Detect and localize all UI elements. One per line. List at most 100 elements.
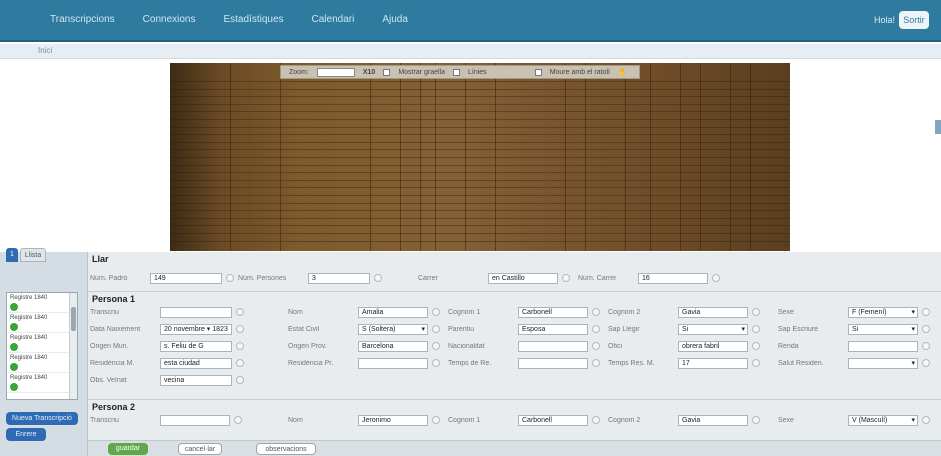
menu-calendari[interactable]: Calendari — [312, 14, 355, 25]
scroll-thumb[interactable] — [71, 307, 76, 331]
form-field: Estat Civil S (Soltera) — [288, 323, 440, 335]
field-input[interactable] — [160, 414, 230, 426]
check-icon — [10, 343, 18, 351]
field-flag-toggle[interactable] — [752, 416, 760, 424]
field-flag-toggle[interactable] — [922, 342, 930, 350]
field-input[interactable] — [848, 340, 918, 352]
new-transcription-button[interactable]: Nueva Transcripció — [6, 412, 78, 425]
field-input[interactable]: 20 novembre ▾ 1823 — [160, 323, 232, 335]
field-input[interactable]: 149 — [150, 272, 222, 284]
field-input[interactable] — [518, 340, 588, 352]
field-input[interactable]: Carbonell — [518, 306, 588, 318]
list-item[interactable]: Registre 1840 — [7, 313, 77, 333]
field-flag-toggle[interactable] — [562, 274, 570, 282]
form-field: Ofici obrera fabril — [608, 340, 760, 352]
field-input[interactable] — [518, 357, 588, 369]
field-flag-toggle[interactable] — [922, 325, 930, 333]
field-flag-toggle[interactable] — [234, 416, 242, 424]
field-select[interactable] — [848, 357, 918, 369]
field-input[interactable]: obrera fabril — [678, 340, 748, 352]
field-flag-toggle[interactable] — [374, 274, 382, 282]
field-input[interactable]: 17 — [678, 357, 748, 369]
breadcrumb-home[interactable]: Inici — [38, 46, 52, 55]
cancel-button[interactable]: cancel·lar — [178, 443, 222, 455]
field-flag-toggle[interactable] — [752, 359, 760, 367]
field-input[interactable] — [160, 306, 232, 318]
field-select[interactable]: S (Soltera) — [358, 323, 428, 335]
field-flag-toggle[interactable] — [592, 342, 600, 350]
field-flag-toggle[interactable] — [236, 376, 244, 384]
field-flag-toggle[interactable] — [592, 308, 600, 316]
side-tabs: 1 Llista — [6, 248, 70, 262]
field-input[interactable]: Carbonell — [518, 414, 588, 426]
field-flag-toggle[interactable] — [922, 308, 930, 316]
field-input[interactable]: Barcelona — [358, 340, 428, 352]
tab-register[interactable]: 1 — [6, 248, 18, 262]
register-scan-image[interactable] — [170, 63, 790, 251]
field-flag-toggle[interactable] — [432, 416, 440, 424]
field-flag-toggle[interactable] — [752, 308, 760, 316]
tab-list[interactable]: Llista — [19, 248, 47, 262]
grid-checkbox[interactable] — [383, 68, 391, 76]
field-flag-toggle[interactable] — [432, 325, 440, 333]
field-flag-toggle[interactable] — [236, 342, 244, 350]
field-select[interactable]: F (Femení) — [848, 306, 918, 318]
field-input[interactable]: Gavia — [678, 306, 748, 318]
field-flag-toggle[interactable] — [236, 359, 244, 367]
field-label: Nacionalitat — [448, 342, 485, 350]
menu-transcripcions[interactable]: Transcripcions — [50, 14, 115, 25]
field-input[interactable]: 3 — [308, 272, 370, 284]
field-flag-toggle[interactable] — [752, 342, 760, 350]
field-flag-toggle[interactable] — [592, 416, 600, 424]
field-flag-toggle[interactable] — [922, 416, 930, 424]
field-flag-toggle[interactable] — [712, 274, 720, 282]
field-input[interactable]: en Castillo — [488, 272, 558, 284]
field-flag-toggle[interactable] — [432, 342, 440, 350]
scan-rule-line — [170, 134, 790, 136]
field-input[interactable]: esta ciudad — [160, 357, 232, 369]
field-flag-toggle[interactable] — [592, 325, 600, 333]
field-flag-toggle[interactable] — [226, 274, 234, 282]
field-label: Obs. Veïnat — [90, 376, 127, 384]
menu-connexions[interactable]: Connexions — [143, 14, 196, 25]
register-label: Registre 1840 — [10, 355, 48, 361]
field-input[interactable]: 16 — [638, 272, 708, 284]
scan-column-line — [625, 63, 626, 251]
field-flag-toggle[interactable] — [752, 325, 760, 333]
list-item[interactable]: Registre 1840 — [7, 353, 77, 373]
check-icon — [10, 363, 18, 371]
field-select[interactable]: V (Masculí) — [848, 414, 918, 426]
list-item[interactable]: Registre 1840 — [7, 333, 77, 353]
list-item[interactable]: Registre 1840 — [7, 373, 77, 393]
move-checkbox[interactable] — [534, 68, 542, 76]
field-input[interactable] — [358, 357, 428, 369]
save-button[interactable]: guardar — [108, 443, 148, 455]
field-input[interactable]: Amalia — [358, 306, 428, 318]
menu-estadistiques[interactable]: Estadístiques — [223, 14, 283, 25]
back-button[interactable]: Enrere — [6, 428, 46, 441]
list-item[interactable]: Registre 1840 — [7, 293, 77, 313]
observations-button[interactable]: observacions — [256, 443, 316, 455]
lines-checkbox[interactable] — [453, 68, 460, 76]
zoom-slider[interactable] — [316, 67, 355, 77]
field-flag-toggle[interactable] — [236, 325, 244, 333]
logout-button[interactable]: Sortir — [899, 11, 929, 29]
field-input[interactable]: Jeronimo — [358, 414, 428, 426]
register-list-scrollbar[interactable] — [69, 293, 77, 399]
field-input[interactable]: Esposa — [518, 323, 588, 335]
field-flag-toggle[interactable] — [236, 308, 244, 316]
field-flag-toggle[interactable] — [432, 359, 440, 367]
menu-ajuda[interactable]: Ajuda — [382, 14, 408, 25]
field-select[interactable]: Si — [678, 323, 748, 335]
scan-column-line — [565, 63, 566, 251]
field-input[interactable]: s. Feliu de G — [160, 340, 232, 352]
viewer-scrollbar[interactable] — [935, 120, 941, 134]
image-viewer[interactable]: Zoom: X10 Mostrar graella Línies Moure a… — [0, 60, 941, 251]
field-input[interactable]: Gavia — [678, 414, 748, 426]
field-input[interactable]: vecina — [160, 374, 232, 386]
scan-rule-line — [170, 103, 790, 105]
field-select[interactable]: Si — [848, 323, 918, 335]
field-flag-toggle[interactable] — [432, 308, 440, 316]
field-flag-toggle[interactable] — [592, 359, 600, 367]
field-flag-toggle[interactable] — [922, 359, 930, 367]
